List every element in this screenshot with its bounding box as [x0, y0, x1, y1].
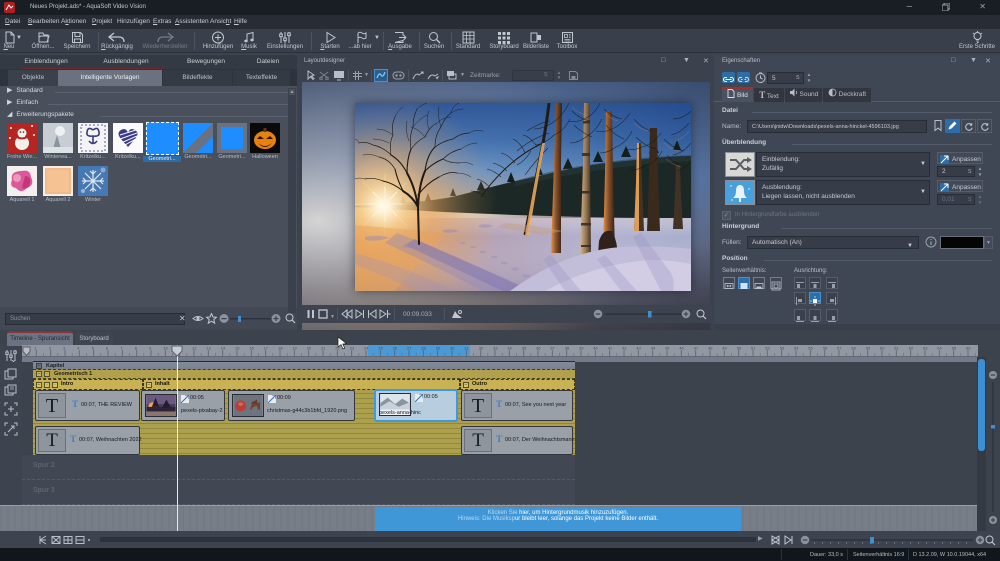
svg-text:15: 15: [235, 346, 240, 351]
svg-text:51: 51: [751, 346, 756, 351]
svg-text:34: 34: [507, 346, 512, 351]
svg-text:26: 26: [393, 346, 398, 351]
svg-text:47: 47: [694, 346, 699, 351]
svg-text:58: 58: [851, 346, 856, 351]
svg-text:46: 46: [679, 346, 684, 351]
svg-text:1: 1: [34, 346, 37, 351]
svg-text:40: 40: [593, 346, 598, 351]
svg-text:59: 59: [866, 346, 871, 351]
svg-text:16: 16: [249, 346, 254, 351]
svg-text:2: 2: [49, 346, 52, 351]
svg-text:13: 13: [206, 346, 211, 351]
svg-text:64: 64: [937, 346, 942, 351]
svg-text:31: 31: [464, 346, 469, 351]
svg-text:54: 54: [794, 346, 799, 351]
svg-text:35: 35: [522, 346, 527, 351]
svg-text:53: 53: [780, 346, 785, 351]
svg-text:5: 5: [92, 346, 95, 351]
svg-text:55: 55: [808, 346, 813, 351]
svg-text:39: 39: [579, 346, 584, 351]
svg-text:41: 41: [608, 346, 613, 351]
svg-text:10: 10: [163, 346, 168, 351]
svg-text:57: 57: [837, 346, 842, 351]
svg-text:63: 63: [923, 346, 928, 351]
svg-text:4: 4: [77, 346, 80, 351]
svg-text:17: 17: [264, 346, 269, 351]
svg-text:14: 14: [221, 346, 226, 351]
svg-text:18: 18: [278, 346, 283, 351]
svg-text:62: 62: [909, 346, 914, 351]
svg-text:7: 7: [120, 346, 123, 351]
svg-text:19: 19: [292, 346, 297, 351]
svg-text:61: 61: [894, 346, 899, 351]
svg-text:8: 8: [135, 346, 138, 351]
svg-text:9: 9: [149, 346, 152, 351]
svg-text:66: 66: [966, 346, 971, 351]
svg-text:30: 30: [450, 346, 455, 351]
svg-text:20: 20: [307, 346, 312, 351]
svg-text:42: 42: [622, 346, 627, 351]
svg-text:23: 23: [350, 346, 355, 351]
svg-text:45: 45: [665, 346, 670, 351]
svg-text:50: 50: [737, 346, 742, 351]
svg-text:25: 25: [378, 346, 383, 351]
svg-text:49: 49: [722, 346, 727, 351]
svg-text:32: 32: [479, 346, 484, 351]
svg-text:56: 56: [823, 346, 828, 351]
svg-text:43: 43: [636, 346, 641, 351]
svg-text:36: 36: [536, 346, 541, 351]
svg-text:3: 3: [63, 346, 66, 351]
svg-text:6: 6: [106, 346, 109, 351]
svg-text:48: 48: [708, 346, 713, 351]
svg-text:37: 37: [550, 346, 555, 351]
svg-text:44: 44: [651, 346, 656, 351]
svg-text:29: 29: [436, 346, 441, 351]
svg-text:28: 28: [421, 346, 426, 351]
svg-text:12: 12: [192, 346, 197, 351]
svg-text:33: 33: [493, 346, 498, 351]
svg-text:27: 27: [407, 346, 412, 351]
svg-text:38: 38: [565, 346, 570, 351]
svg-text:65: 65: [952, 346, 957, 351]
svg-text:24: 24: [364, 346, 369, 351]
svg-text:52: 52: [765, 346, 770, 351]
svg-text:21: 21: [321, 346, 326, 351]
svg-text:60: 60: [880, 346, 885, 351]
